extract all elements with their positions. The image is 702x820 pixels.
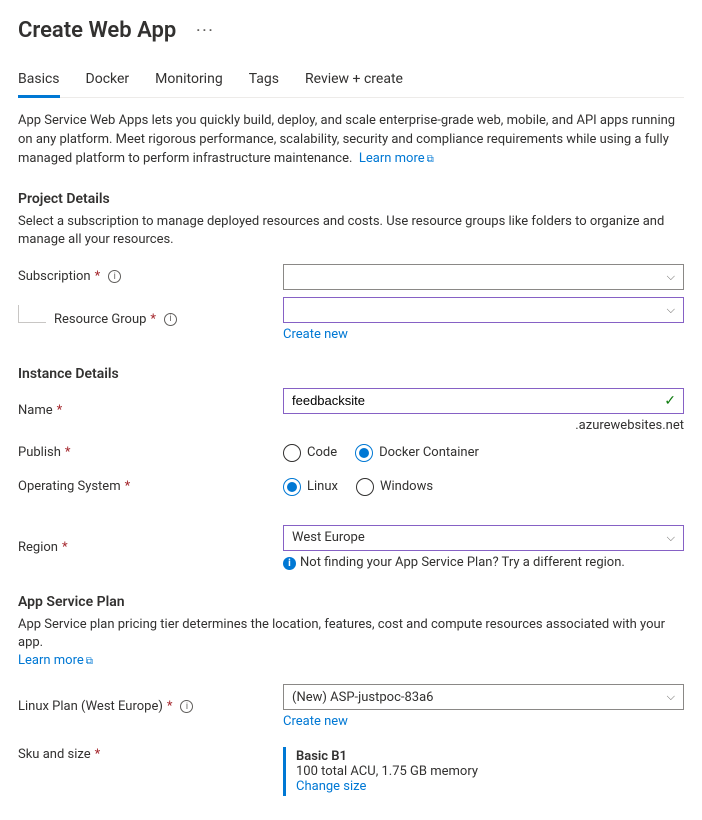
required-asterisk: * — [95, 269, 101, 284]
change-size-link[interactable]: Change size — [296, 779, 366, 794]
radio-icon — [283, 478, 301, 496]
info-icon[interactable]: i — [108, 270, 121, 283]
region-select[interactable]: West Europe ⌵ — [283, 525, 684, 551]
info-icon[interactable]: i — [164, 313, 177, 326]
info-icon[interactable]: i — [180, 700, 193, 713]
publish-option-code: Code — [307, 445, 337, 460]
os-radio-windows[interactable]: Windows — [356, 478, 433, 496]
chevron-down-icon: ⌵ — [667, 270, 675, 284]
os-option-windows: Windows — [380, 479, 433, 494]
linux-plan-select[interactable]: (New) ASP-justpoc-83a6 ⌵ — [283, 684, 684, 710]
intro-body: App Service Web Apps lets you quickly bu… — [18, 113, 675, 166]
region-hint: iNot finding your App Service Plan? Try … — [283, 555, 684, 570]
create-new-plan-link[interactable]: Create new — [283, 714, 348, 729]
linux-plan-label: Linux Plan (West Europe) — [18, 699, 163, 714]
tab-review-create[interactable]: Review + create — [305, 71, 403, 97]
radio-icon — [283, 444, 301, 462]
subscription-label: Subscription — [18, 269, 91, 284]
project-details-desc: Select a subscription to manage deployed… — [18, 213, 684, 249]
required-asterisk: * — [57, 403, 63, 418]
tab-basics[interactable]: Basics — [18, 71, 60, 98]
chevron-down-icon: ⌵ — [667, 303, 675, 317]
app-name-input[interactable] — [283, 388, 684, 414]
sku-detail: 100 total ACU, 1.75 GB memory — [296, 764, 684, 779]
learn-more-plan-link[interactable]: Learn more⧉ — [18, 653, 93, 668]
linux-plan-value: (New) ASP-justpoc-83a6 — [292, 690, 433, 705]
learn-more-link[interactable]: Learn more⧉ — [359, 151, 434, 166]
region-value: West Europe — [292, 530, 365, 545]
indent-line-icon — [18, 305, 46, 323]
external-link-icon: ⧉ — [427, 154, 434, 165]
page-title-text: Create Web App — [18, 18, 176, 43]
tab-docker[interactable]: Docker — [86, 71, 130, 97]
instance-details-heading: Instance Details — [18, 366, 684, 382]
publish-radio-docker[interactable]: Docker Container — [355, 444, 479, 462]
required-asterisk: * — [125, 479, 131, 494]
required-asterisk: * — [167, 699, 173, 714]
page-title: Create Web App ··· — [18, 18, 684, 43]
radio-icon — [356, 478, 374, 496]
publish-radio-group: Code Docker Container — [283, 444, 684, 462]
info-icon: i — [283, 557, 296, 570]
more-actions-icon[interactable]: ··· — [196, 23, 214, 39]
sku-summary: Basic B1 100 total ACU, 1.75 GB memory C… — [283, 747, 684, 796]
resource-group-select[interactable]: ⌵ — [283, 297, 684, 323]
app-service-plan-desc: App Service plan pricing tier determines… — [18, 616, 684, 671]
create-new-resource-group-link[interactable]: Create new — [283, 327, 348, 342]
resource-group-label: Resource Group — [54, 312, 146, 327]
tab-monitoring[interactable]: Monitoring — [155, 71, 223, 97]
sku-title: Basic B1 — [296, 749, 684, 764]
os-radio-group: Linux Windows — [283, 478, 684, 496]
required-asterisk: * — [62, 540, 68, 555]
required-asterisk: * — [65, 445, 71, 460]
intro-text: App Service Web Apps lets you quickly bu… — [18, 112, 684, 169]
region-label: Region — [18, 540, 58, 555]
subscription-select[interactable]: ⌵ — [283, 264, 684, 290]
os-option-linux: Linux — [307, 479, 338, 494]
publish-label: Publish — [18, 445, 61, 460]
tab-tags[interactable]: Tags — [249, 71, 279, 97]
required-asterisk: * — [95, 747, 101, 762]
publish-radio-code[interactable]: Code — [283, 444, 337, 462]
tab-strip: Basics Docker Monitoring Tags Review + c… — [18, 71, 684, 98]
sku-size-label: Sku and size — [18, 747, 91, 762]
chevron-down-icon: ⌵ — [667, 531, 675, 545]
required-asterisk: * — [150, 312, 156, 327]
chevron-down-icon: ⌵ — [667, 690, 675, 704]
app-service-plan-heading: App Service Plan — [18, 594, 684, 610]
project-details-heading: Project Details — [18, 191, 684, 207]
os-label: Operating System — [18, 479, 121, 494]
domain-suffix: .azurewebsites.net — [283, 418, 684, 433]
check-icon: ✓ — [664, 393, 676, 409]
os-radio-linux[interactable]: Linux — [283, 478, 338, 496]
external-link-icon: ⧉ — [86, 656, 93, 667]
radio-icon — [355, 444, 373, 462]
publish-option-docker: Docker Container — [379, 445, 479, 460]
name-label: Name — [18, 403, 53, 418]
